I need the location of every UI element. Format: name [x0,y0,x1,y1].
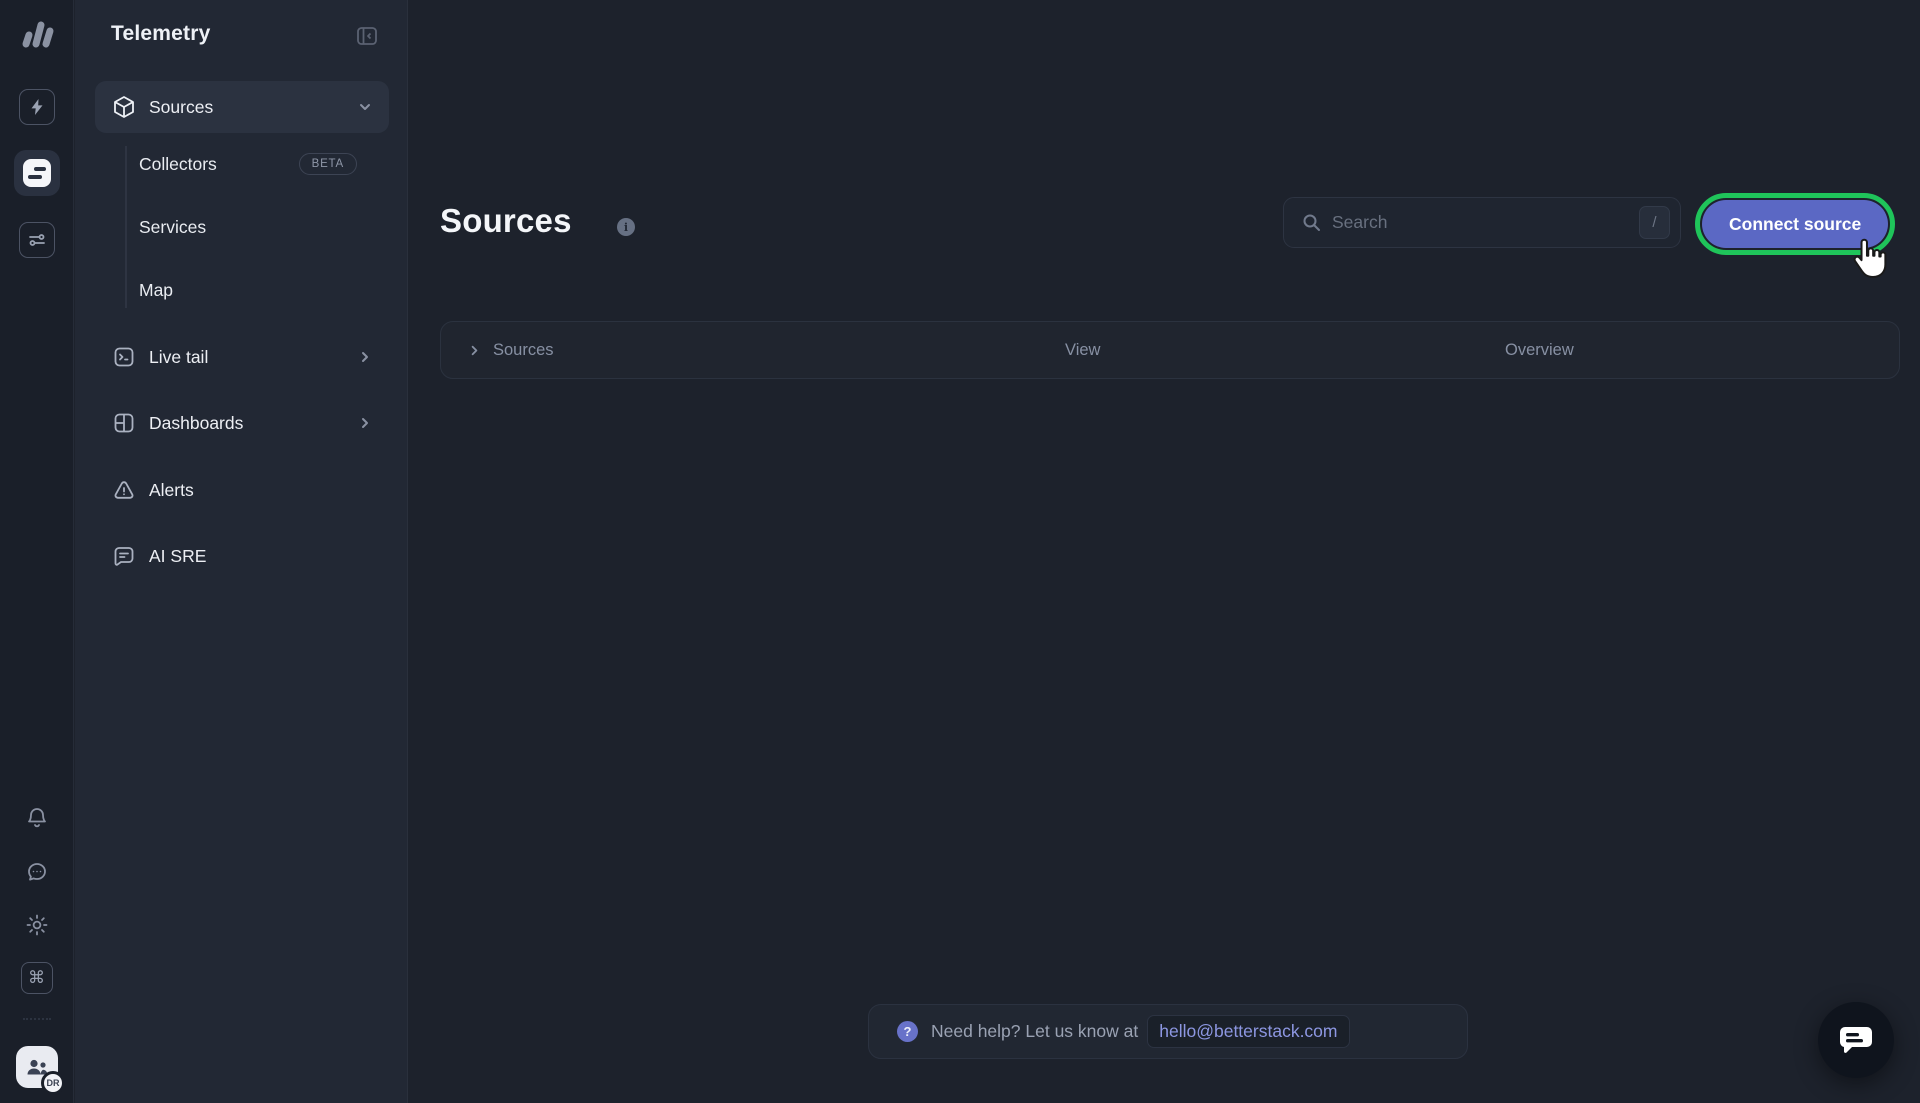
lightning-icon [29,98,45,116]
beta-badge: BETA [299,153,357,175]
theme-toggle-button[interactable] [22,910,52,940]
nav-indent-guide [125,146,127,308]
sidebar-item-label: Dashboards [149,413,243,434]
search-box: / [1283,197,1681,248]
sidebar-title: Telemetry [111,22,210,46]
page-title: Sources [440,202,572,240]
column-header-sources: Sources [493,322,554,378]
sidebar-item-ai-sre[interactable]: AI SRE [95,530,389,582]
sources-table-header: Sources View Overview [440,321,1900,379]
message-icon [113,545,135,567]
product-rail: ⌘ DR [0,0,74,1103]
command-icon: ⌘ [28,968,45,988]
sidebar-item-label: AI SRE [149,546,206,567]
column-header-view: View [1065,322,1100,378]
terminal-icon [113,346,135,368]
avatar-initials-badge: DR [41,1071,65,1095]
expand-chevron-icon[interactable] [467,322,482,378]
search-icon [1302,213,1321,232]
warning-icon [113,479,135,501]
collapse-sidebar-button[interactable] [355,24,379,48]
sub-item-label: Map [139,280,173,301]
sliders-icon [28,232,46,248]
chat-bubble-icon [1837,1022,1875,1058]
bell-icon [26,806,48,830]
sub-item-label: Collectors [139,154,217,175]
sidebar-item-label: Sources [149,97,213,118]
panel-collapse-icon [355,24,379,48]
sub-item-label: Services [139,217,206,238]
sidebar-item-alerts[interactable]: Alerts [95,464,389,516]
chevron-right-icon [357,349,373,365]
feedback-button[interactable] [22,857,52,887]
chat-dots-icon [25,860,49,884]
team-avatar[interactable]: DR [16,1046,58,1088]
telemetry-sidebar: Telemetry Sources [75,0,408,1103]
rail-item-settings[interactable] [19,222,55,258]
main-content: Sources i / Connect source Sources View … [408,0,1920,1103]
connect-source-button[interactable]: Connect source [1702,200,1888,248]
help-banner: ? Need help? Let us know at hello@better… [868,1004,1468,1059]
slash-shortcut-key: / [1639,206,1670,239]
rail-divider [23,1018,51,1020]
column-header-overview: Overview [1505,322,1574,378]
sidebar-item-dashboards[interactable]: Dashboards [95,397,389,449]
notifications-button[interactable] [22,803,52,833]
support-chat-button[interactable] [1818,1002,1894,1078]
shortcuts-button[interactable]: ⌘ [21,962,53,994]
layout-icon [113,412,135,434]
cube-icon [113,96,135,118]
logs-icon [23,159,51,187]
rail-item-telemetry[interactable] [14,150,60,196]
sidebar-item-live-tail[interactable]: Live tail [95,331,389,383]
question-icon: ? [897,1021,918,1042]
app-root: ⌘ DR Telemetry [0,0,1920,1103]
sidebar-item-map[interactable]: Map [139,268,389,312]
sidebar-item-label: Alerts [149,480,194,501]
sidebar-item-label: Live tail [149,347,208,368]
chevron-down-icon [357,99,373,115]
help-email-link[interactable]: hello@betterstack.com [1147,1015,1349,1048]
rail-item-uptime[interactable] [19,89,55,125]
chevron-right-icon [357,415,373,431]
search-input[interactable] [1332,212,1639,233]
sidebar-item-services[interactable]: Services [139,205,389,249]
sidebar-item-collectors[interactable]: Collectors BETA [139,142,389,186]
betterstack-logo-icon[interactable] [17,16,57,52]
info-icon[interactable]: i [617,218,635,236]
help-text: Need help? Let us know at [931,1021,1138,1042]
sidebar-item-sources[interactable]: Sources [95,81,389,133]
sun-icon [25,913,49,937]
